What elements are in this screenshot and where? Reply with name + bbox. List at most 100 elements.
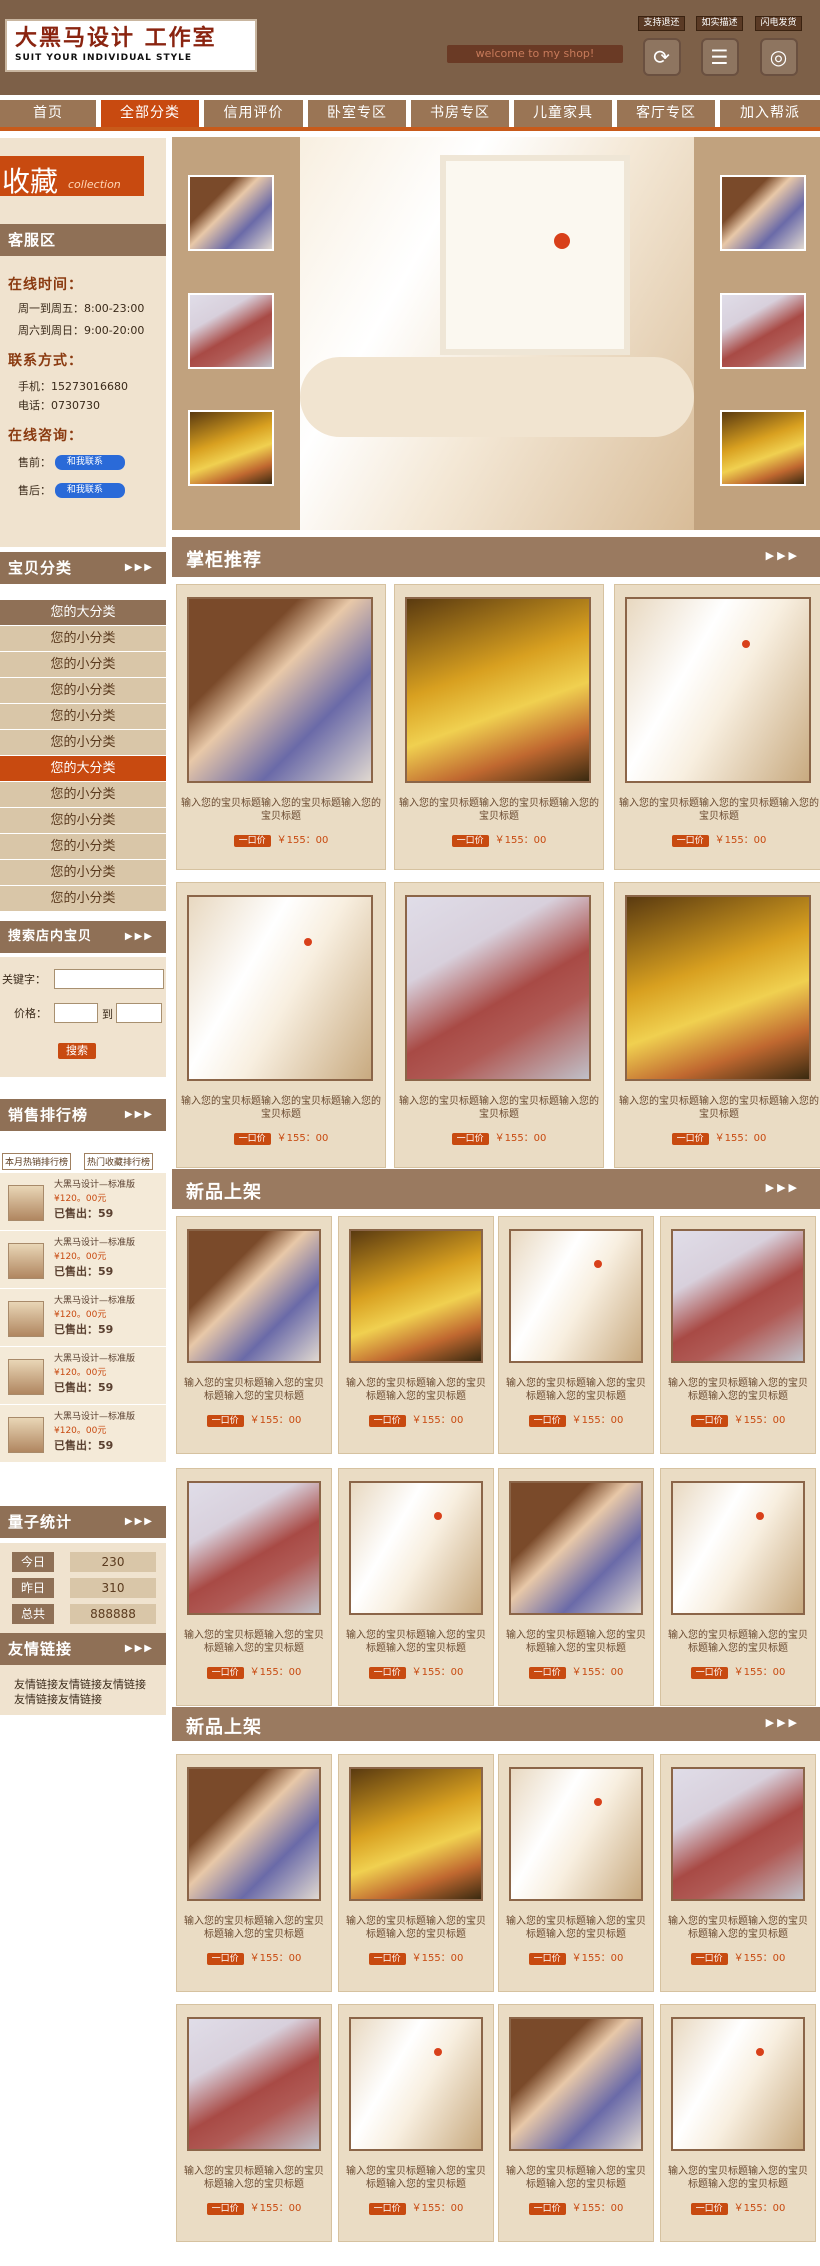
category-minor[interactable]: 您的小分类: [0, 704, 166, 730]
product-card[interactable]: 输入您的宝贝标题输入您的宝贝标题输入您的宝贝标题 一口价 ￥155：00: [614, 584, 820, 870]
product-card[interactable]: 输入您的宝贝标题输入您的宝贝标题输入您的宝贝标题 一口价 ￥155：00: [176, 584, 386, 870]
category-major[interactable]: 您的大分类: [0, 600, 166, 626]
product-image[interactable]: [625, 895, 811, 1081]
product-card[interactable]: 输入您的宝贝标题输入您的宝贝标题输入您的宝贝标题 一口价 ￥155：00: [338, 1216, 494, 1454]
product-caption[interactable]: 输入您的宝贝标题输入您的宝贝标题输入您的宝贝标题: [181, 1629, 327, 1656]
banner-thumb[interactable]: [720, 410, 806, 486]
product-card[interactable]: 输入您的宝贝标题输入您的宝贝标题输入您的宝贝标题 一口价 ￥155：00: [176, 2004, 332, 2242]
category-minor[interactable]: 您的小分类: [0, 886, 166, 912]
nav-credit[interactable]: 信用评价: [204, 100, 303, 127]
product-image[interactable]: [671, 1229, 805, 1363]
banner-thumb[interactable]: [188, 293, 274, 369]
product-card[interactable]: 输入您的宝贝标题输入您的宝贝标题输入您的宝贝标题 一口价 ￥155：00: [498, 2004, 654, 2242]
product-image[interactable]: [187, 597, 373, 783]
category-minor[interactable]: 您的小分类: [0, 626, 166, 652]
product-image[interactable]: [187, 1229, 321, 1363]
product-caption[interactable]: 输入您的宝贝标题输入您的宝贝标题输入您的宝贝标题: [399, 1095, 599, 1122]
product-card[interactable]: 输入您的宝贝标题输入您的宝贝标题输入您的宝贝标题 一口价 ￥155：00: [498, 1216, 654, 1454]
product-caption[interactable]: 输入您的宝贝标题输入您的宝贝标题输入您的宝贝标题: [665, 1377, 811, 1404]
nav-all-categories[interactable]: 全部分类: [101, 100, 199, 127]
product-caption[interactable]: 输入您的宝贝标题输入您的宝贝标题输入您的宝贝标题: [343, 1629, 489, 1656]
product-image[interactable]: [509, 1767, 643, 1901]
category-minor[interactable]: 您的小分类: [0, 730, 166, 756]
price-max-input[interactable]: [116, 1003, 162, 1023]
friend-links[interactable]: 友情链接友情链接友情链接友情链接友情链接: [0, 1665, 166, 1715]
product-card[interactable]: 输入您的宝贝标题输入您的宝贝标题输入您的宝贝标题 一口价 ￥155：00: [176, 1216, 332, 1454]
ranking-item[interactable]: 大黑马设计—标准版 ¥120。00元 已售出：59: [0, 1289, 166, 1347]
product-caption[interactable]: 输入您的宝贝标题输入您的宝贝标题输入您的宝贝标题: [665, 1915, 811, 1942]
product-card[interactable]: 输入您的宝贝标题输入您的宝贝标题输入您的宝贝标题 一口价 ￥155：00: [498, 1754, 654, 1992]
tab-monthly-sales[interactable]: 本月热销排行榜: [2, 1153, 72, 1170]
banner-thumb[interactable]: [188, 410, 274, 486]
category-minor[interactable]: 您的小分类: [0, 782, 166, 808]
banner-thumb[interactable]: [720, 175, 806, 251]
product-caption[interactable]: 输入您的宝贝标题输入您的宝贝标题输入您的宝贝标题: [503, 1377, 649, 1404]
product-image[interactable]: [509, 2017, 643, 2151]
product-caption[interactable]: 输入您的宝贝标题输入您的宝贝标题输入您的宝贝标题: [181, 1095, 381, 1122]
product-caption[interactable]: 输入您的宝贝标题输入您的宝贝标题输入您的宝贝标题: [665, 1629, 811, 1656]
product-image[interactable]: [187, 2017, 321, 2151]
arrows-icon[interactable]: ▶▶▶: [766, 1181, 800, 1194]
category-major[interactable]: 您的大分类: [0, 756, 166, 782]
product-card[interactable]: 输入您的宝贝标题输入您的宝贝标题输入您的宝贝标题 一口价 ￥155：00: [176, 1754, 332, 1992]
quick-button-delivery[interactable]: 闪电发货 ◎: [755, 16, 802, 76]
ranking-item[interactable]: 大黑马设计—标准版 ¥120。00元 已售出：59: [0, 1347, 166, 1405]
product-image[interactable]: [349, 1229, 483, 1363]
product-image[interactable]: [405, 597, 591, 783]
contact-button[interactable]: 和我联系: [54, 455, 125, 470]
product-image[interactable]: [349, 1767, 483, 1901]
product-card[interactable]: 输入您的宝贝标题输入您的宝贝标题输入您的宝贝标题 一口价 ￥155：00: [660, 2004, 816, 2242]
product-image[interactable]: [349, 1481, 483, 1615]
nav-study[interactable]: 书房专区: [411, 100, 509, 127]
product-caption[interactable]: 输入您的宝贝标题输入您的宝贝标题输入您的宝贝标题: [181, 2165, 327, 2192]
nav-living[interactable]: 客厅专区: [617, 100, 715, 127]
product-image[interactable]: [671, 1767, 805, 1901]
nav-join[interactable]: 加入帮派: [720, 100, 820, 127]
product-image[interactable]: [349, 2017, 483, 2151]
product-caption[interactable]: 输入您的宝贝标题输入您的宝贝标题输入您的宝贝标题: [181, 797, 381, 824]
product-image[interactable]: [187, 895, 373, 1081]
product-card[interactable]: 输入您的宝贝标题输入您的宝贝标题输入您的宝贝标题 一口价 ￥155：00: [660, 1468, 816, 1706]
arrows-icon[interactable]: ▶▶▶: [766, 549, 800, 562]
product-image[interactable]: [187, 1767, 321, 1901]
quick-button-return[interactable]: 支持退还 ⟳: [638, 16, 685, 76]
category-minor[interactable]: 您的小分类: [0, 834, 166, 860]
product-image[interactable]: [509, 1481, 643, 1615]
nav-home[interactable]: 首页: [0, 100, 96, 127]
product-caption[interactable]: 输入您的宝贝标题输入您的宝贝标题输入您的宝贝标题: [619, 1095, 819, 1122]
product-card[interactable]: 输入您的宝贝标题输入您的宝贝标题输入您的宝贝标题 一口价 ￥155：00: [498, 1468, 654, 1706]
product-caption[interactable]: 输入您的宝贝标题输入您的宝贝标题输入您的宝贝标题: [181, 1915, 327, 1942]
quick-button-describe[interactable]: 如实描述 ☰: [696, 16, 743, 76]
product-card[interactable]: 输入您的宝贝标题输入您的宝贝标题输入您的宝贝标题 一口价 ￥155：00: [394, 882, 604, 1168]
nav-bedroom[interactable]: 卧室专区: [308, 100, 406, 127]
category-minor[interactable]: 您的小分类: [0, 860, 166, 886]
product-caption[interactable]: 输入您的宝贝标题输入您的宝贝标题输入您的宝贝标题: [343, 1377, 489, 1404]
product-caption[interactable]: 输入您的宝贝标题输入您的宝贝标题输入您的宝贝标题: [503, 2165, 649, 2192]
product-caption[interactable]: 输入您的宝贝标题输入您的宝贝标题输入您的宝贝标题: [619, 797, 819, 824]
keyword-input[interactable]: [54, 969, 164, 989]
product-card[interactable]: 输入您的宝贝标题输入您的宝贝标题输入您的宝贝标题 一口价 ￥155：00: [614, 882, 820, 1168]
ranking-item[interactable]: 大黑马设计—标准版 ¥120。00元 已售出：59: [0, 1231, 166, 1289]
product-card[interactable]: 输入您的宝贝标题输入您的宝贝标题输入您的宝贝标题 一口价 ￥155：00: [338, 1468, 494, 1706]
product-caption[interactable]: 输入您的宝贝标题输入您的宝贝标题输入您的宝贝标题: [665, 2165, 811, 2192]
product-caption[interactable]: 输入您的宝贝标题输入您的宝贝标题输入您的宝贝标题: [399, 797, 599, 824]
price-min-input[interactable]: [54, 1003, 98, 1023]
banner-thumb[interactable]: [188, 175, 274, 251]
search-button[interactable]: 搜索: [58, 1043, 96, 1059]
product-card[interactable]: 输入您的宝贝标题输入您的宝贝标题输入您的宝贝标题 一口价 ￥155：00: [394, 584, 604, 870]
category-minor[interactable]: 您的小分类: [0, 678, 166, 704]
product-card[interactable]: 输入您的宝贝标题输入您的宝贝标题输入您的宝贝标题 一口价 ￥155：00: [176, 882, 386, 1168]
product-card[interactable]: 输入您的宝贝标题输入您的宝贝标题输入您的宝贝标题 一口价 ￥155：00: [338, 1754, 494, 1992]
product-caption[interactable]: 输入您的宝贝标题输入您的宝贝标题输入您的宝贝标题: [343, 1915, 489, 1942]
product-caption[interactable]: 输入您的宝贝标题输入您的宝贝标题输入您的宝贝标题: [503, 1629, 649, 1656]
nav-kids[interactable]: 儿童家具: [514, 100, 612, 127]
product-image[interactable]: [405, 895, 591, 1081]
ranking-item[interactable]: 大黑马设计—标准版 ¥120。00元 已售出：59: [0, 1405, 166, 1463]
arrows-icon[interactable]: ▶▶▶: [766, 1716, 800, 1729]
contact-button[interactable]: 和我联系: [54, 483, 125, 498]
product-image[interactable]: [671, 1481, 805, 1615]
product-image[interactable]: [187, 1481, 321, 1615]
banner-thumb[interactable]: [720, 293, 806, 369]
product-card[interactable]: 输入您的宝贝标题输入您的宝贝标题输入您的宝贝标题 一口价 ￥155：00: [660, 1216, 816, 1454]
product-caption[interactable]: 输入您的宝贝标题输入您的宝贝标题输入您的宝贝标题: [343, 2165, 489, 2192]
